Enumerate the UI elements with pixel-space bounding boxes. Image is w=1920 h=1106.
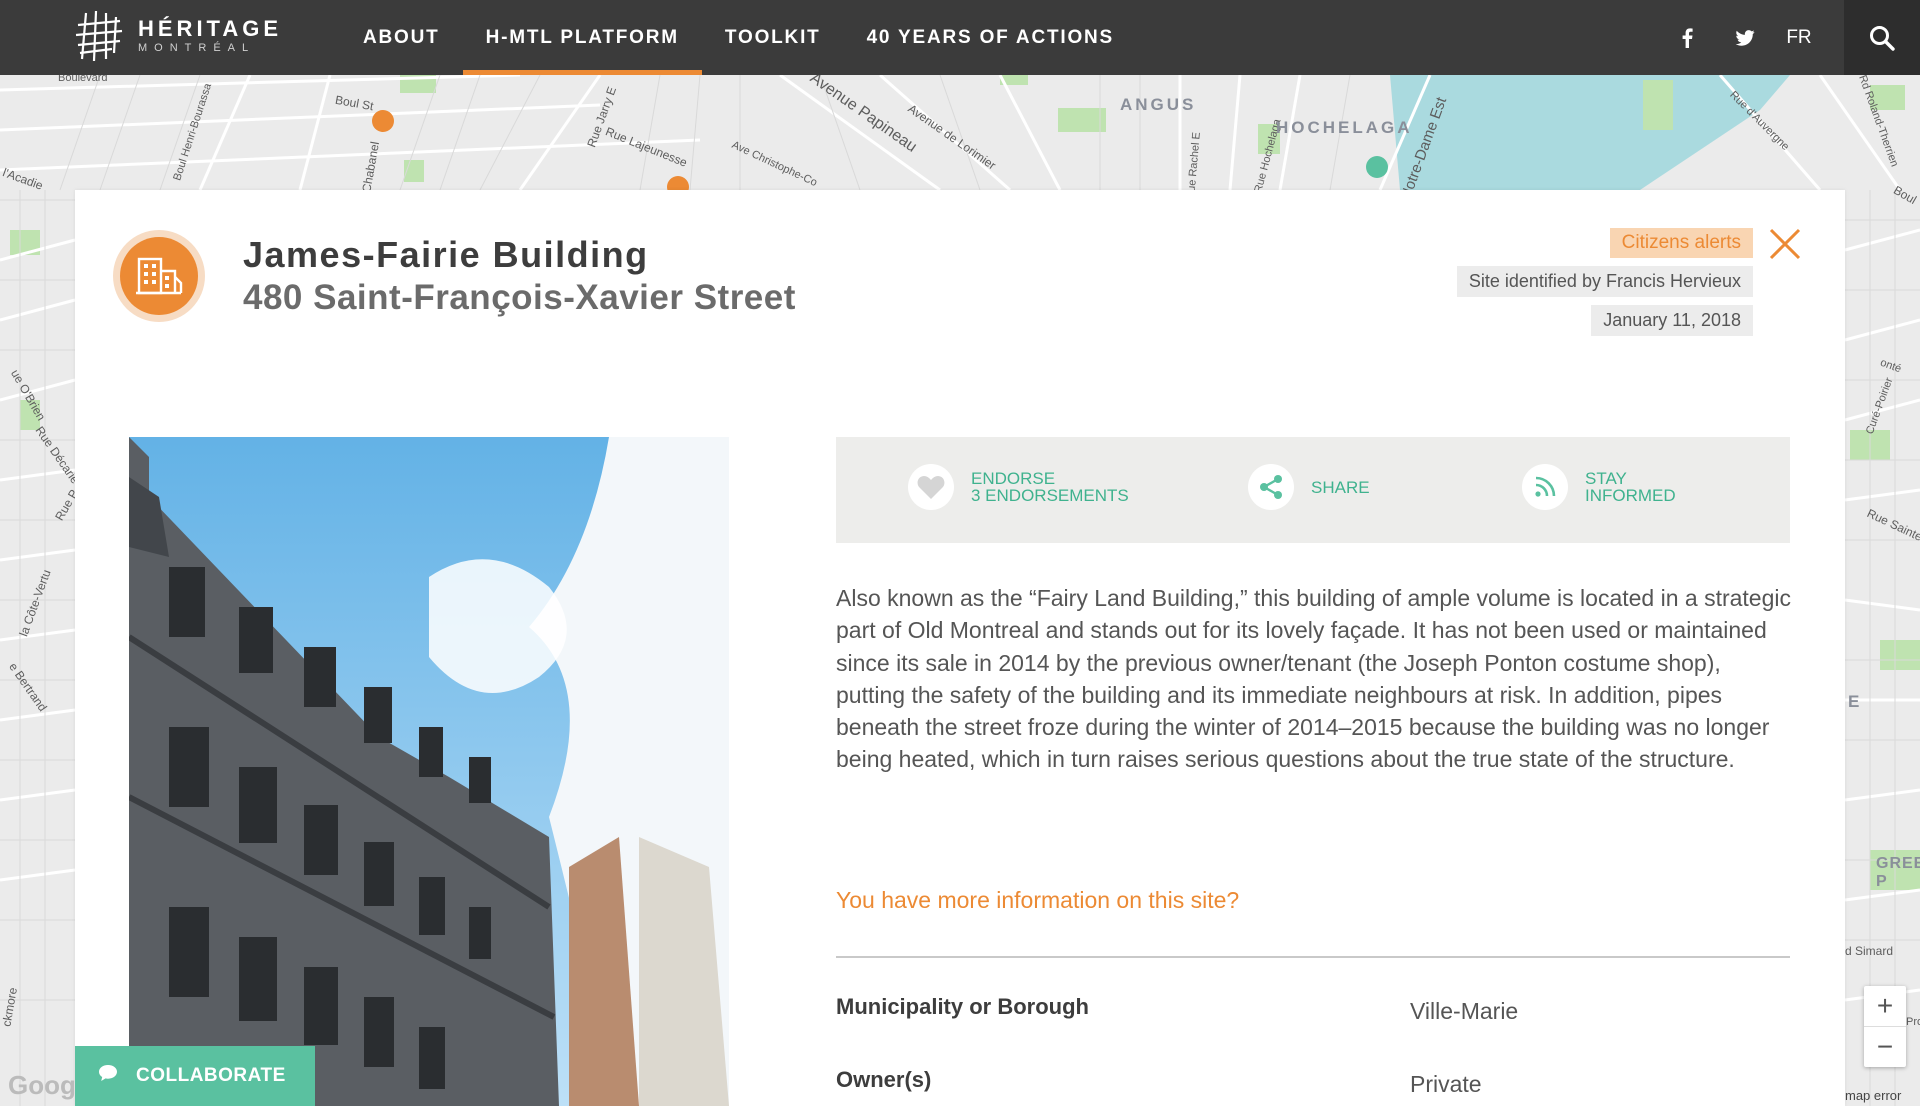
facebook-icon[interactable] <box>1658 0 1716 75</box>
site-title: James-Fairie Building <box>243 234 649 275</box>
informed-label: INFORMED <box>1585 486 1676 505</box>
site-detail-panel: James-Fairie Building 480 Saint-François… <box>75 190 1845 1106</box>
site-address: 480 Saint-François-Xavier Street <box>243 278 796 317</box>
share-button[interactable]: SHARE <box>1248 464 1370 510</box>
nav-40-years-of-actions[interactable]: 40 YEARS OF ACTIONS <box>844 0 1137 75</box>
endorse-label: ENDORSE <box>971 469 1056 488</box>
search-icon[interactable] <box>1844 0 1920 75</box>
action-bar: ENDORSE 3 ENDORSEMENTS SHARE STAY INFORM… <box>836 437 1790 543</box>
map-district-label: HOCHELAGA <box>1276 118 1413 137</box>
share-label: SHARE <box>1311 477 1370 497</box>
detail-label-owner: Owner(s) <box>836 1067 932 1092</box>
map-zoom-control: + − <box>1864 986 1906 1067</box>
map-district-label: GREE P <box>1876 855 1920 890</box>
site-photo <box>129 437 729 1106</box>
detail-label-municipality: Municipality or Borough <box>836 994 1089 1019</box>
logo-line2: MONTRÉAL <box>138 42 256 54</box>
map-district-label: ANGUS <box>1120 95 1197 114</box>
chat-bubble-icon <box>98 1064 118 1088</box>
map-district-label: E <box>1848 692 1863 711</box>
building-icon <box>113 230 205 322</box>
divider <box>836 956 1790 958</box>
collaborate-label: COLLABORATE <box>136 1065 286 1086</box>
endorsement-count: 3 ENDORSEMENTS <box>971 486 1129 505</box>
logo-line1: HÉRITAGE <box>138 16 283 41</box>
language-toggle[interactable]: FR <box>1774 27 1824 49</box>
map-street-label: d Simard <box>1845 944 1894 958</box>
detail-value-municipality: Ville-Marie <box>1410 998 1519 1024</box>
site-description: Also known as the “Fairy Land Building,”… <box>836 585 1791 773</box>
more-information-link[interactable]: You have more information on this site? <box>836 887 1239 914</box>
twitter-icon[interactable] <box>1716 0 1774 75</box>
header-right: FR <box>1658 0 1920 75</box>
logo[interactable]: HÉRITAGE MONTRÉAL <box>72 9 282 63</box>
stay-label: STAY <box>1585 469 1627 488</box>
logo-mark-icon <box>75 10 123 62</box>
citizens-alerts-badge[interactable]: Citizens alerts <box>1609 228 1753 258</box>
google-attribution: Goog <box>8 1070 76 1100</box>
site-date: January 11, 2018 <box>1591 305 1753 336</box>
site-meta: Citizens alerts Site identified by Franc… <box>1456 228 1753 344</box>
zoom-out-button[interactable]: − <box>1864 1027 1906 1067</box>
logo-text: HÉRITAGE MONTRÉAL <box>138 17 282 55</box>
detail-value-owner: Private <box>1410 1071 1482 1097</box>
close-icon[interactable] <box>1769 228 1801 260</box>
site-header: HÉRITAGE MONTRÉAL ABOUT H-MTL PLATFORM T… <box>0 0 1920 75</box>
map-error-link[interactable]: map error <box>1845 1088 1901 1103</box>
endorse-button[interactable]: ENDORSE 3 ENDORSEMENTS <box>908 464 1129 510</box>
identified-by: Site identified by Francis Hervieux <box>1456 266 1753 297</box>
nav-toolkit[interactable]: TOOLKIT <box>702 0 844 75</box>
heart-icon <box>908 464 954 510</box>
rss-icon <box>1522 464 1568 510</box>
map-street-label: Pro <box>1906 1016 1920 1028</box>
nav-about[interactable]: ABOUT <box>340 0 463 75</box>
stay-informed-button[interactable]: STAY INFORMED <box>1522 464 1676 510</box>
main-nav: ABOUT H-MTL PLATFORM TOOLKIT 40 YEARS OF… <box>340 0 1137 75</box>
collaborate-button[interactable]: COLLABORATE <box>75 1046 315 1106</box>
nav-h-mtl-platform[interactable]: H-MTL PLATFORM <box>462 0 703 75</box>
share-icon <box>1248 464 1294 510</box>
zoom-in-button[interactable]: + <box>1864 986 1906 1027</box>
